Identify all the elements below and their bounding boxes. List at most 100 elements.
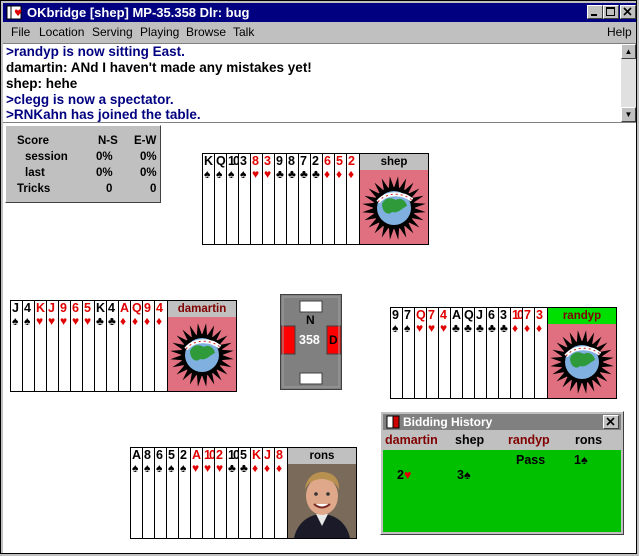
bidding-grid: Pass 1♠ 2♥ 3♠ bbox=[383, 450, 621, 532]
card-suit-icon: ♠ bbox=[168, 461, 175, 475]
close-button[interactable] bbox=[620, 5, 636, 19]
playing-card[interactable]: A ♣ bbox=[450, 307, 462, 399]
chat-line: >randyp is now sitting East. bbox=[6, 44, 185, 59]
playing-card[interactable]: J ♦ bbox=[262, 447, 274, 539]
playing-card[interactable]: 8 ♣ bbox=[286, 153, 298, 245]
card-suit-icon: ♥ bbox=[60, 314, 68, 328]
playing-card[interactable]: 10 ♣ bbox=[226, 447, 240, 539]
menu-location[interactable]: Location bbox=[39, 25, 84, 39]
playing-card[interactable]: 2 ♥ bbox=[214, 447, 226, 539]
playing-card[interactable]: 7 ♣ bbox=[298, 153, 310, 245]
player-name: randyp bbox=[548, 308, 616, 324]
card-suit-icon: ♥ bbox=[72, 314, 80, 328]
playing-card[interactable]: 5 ♣ bbox=[238, 447, 250, 539]
playing-card[interactable]: A ♠ bbox=[130, 447, 142, 539]
playing-card[interactable]: A ♦ bbox=[118, 300, 130, 392]
card-suit-icon: ♣ bbox=[500, 321, 508, 335]
score-ew-value: 0 bbox=[150, 183, 157, 195]
playing-card[interactable]: J ♣ bbox=[474, 307, 486, 399]
playing-card[interactable]: 5 ♥ bbox=[82, 300, 94, 392]
playing-card[interactable]: A ♥ bbox=[190, 447, 202, 539]
score-ew-value: 0% bbox=[140, 151, 157, 163]
playing-card[interactable]: Q ♥ bbox=[414, 307, 426, 399]
playing-card[interactable]: 9 ♣ bbox=[274, 153, 286, 245]
card-suit-icon: ♥ bbox=[264, 167, 272, 181]
playing-card[interactable]: 4 ♠ bbox=[22, 300, 34, 392]
playing-card[interactable]: Q ♦ bbox=[130, 300, 142, 392]
menu-help[interactable]: Help bbox=[607, 25, 632, 39]
card-suit-icon: ♦ bbox=[156, 314, 163, 328]
minimize-button[interactable] bbox=[587, 5, 603, 19]
bidding-history-window[interactable]: Bidding History damartin shep randyp ron… bbox=[380, 411, 624, 535]
card-suit-icon: ♣ bbox=[488, 321, 496, 335]
card-suit-icon: ♦ bbox=[512, 321, 519, 335]
playing-card[interactable]: Q ♣ bbox=[462, 307, 474, 399]
menu-serving[interactable]: Serving bbox=[92, 25, 133, 39]
playing-card[interactable]: 3 ♣ bbox=[498, 307, 510, 399]
bid-cell: 3♠ bbox=[457, 468, 471, 482]
card-suit-icon: ♥ bbox=[216, 461, 224, 475]
playing-card[interactable]: 9 ♦ bbox=[142, 300, 154, 392]
playing-card[interactable]: 4 ♥ bbox=[438, 307, 450, 399]
card-suit-icon: ♥ bbox=[440, 321, 448, 335]
card-suit-icon: ♥ bbox=[252, 167, 260, 181]
score-title: Score bbox=[17, 135, 49, 147]
playing-card[interactable]: 6 ♠ bbox=[154, 447, 166, 539]
bid-cell: Pass bbox=[516, 453, 546, 467]
playing-card[interactable]: K ♠ bbox=[202, 153, 214, 245]
playing-card[interactable]: 5 ♦ bbox=[334, 153, 346, 245]
playing-card[interactable]: Q ♠ bbox=[214, 153, 226, 245]
score-ew-value: 0% bbox=[140, 167, 157, 179]
card-suit-icon: ♣ bbox=[476, 321, 484, 335]
card-suit-icon: ♠ bbox=[216, 167, 223, 181]
playing-card[interactable]: 3 ♥ bbox=[262, 153, 274, 245]
card-suit-icon: ♠ bbox=[24, 314, 31, 328]
player-name: rons bbox=[288, 448, 356, 464]
bid-header-east: randyp bbox=[508, 433, 550, 447]
card-suit-icon: ♥ bbox=[416, 321, 424, 335]
menu-playing[interactable]: Playing bbox=[140, 25, 179, 39]
playing-card[interactable]: 6 ♣ bbox=[486, 307, 498, 399]
bidding-close-button[interactable] bbox=[603, 415, 619, 429]
playing-card[interactable]: 7 ♠ bbox=[402, 307, 414, 399]
scroll-down-button[interactable]: ▼ bbox=[621, 107, 636, 122]
chat-log[interactable]: >randyp is now sitting East. damartin: A… bbox=[3, 43, 636, 123]
menu-file[interactable]: File bbox=[11, 25, 30, 39]
playing-card[interactable]: 7 ♥ bbox=[426, 307, 438, 399]
dealer-marker: D bbox=[329, 333, 338, 347]
playing-card[interactable]: 2 ♣ bbox=[310, 153, 322, 245]
card-suit-icon: ♣ bbox=[464, 321, 472, 335]
card-suit-icon: ♠ bbox=[180, 461, 187, 475]
player-photo-avatar bbox=[288, 464, 356, 538]
playing-card[interactable]: 3 ♠ bbox=[238, 153, 250, 245]
score-ns-value: 0% bbox=[96, 151, 113, 163]
menu-browse[interactable]: Browse bbox=[186, 25, 226, 39]
west-player-card: damartin bbox=[167, 300, 237, 392]
card-suit-icon: ♣ bbox=[240, 461, 248, 475]
playing-card[interactable]: K ♥ bbox=[34, 300, 46, 392]
playing-card[interactable]: J ♥ bbox=[46, 300, 58, 392]
playing-card[interactable]: 9 ♠ bbox=[390, 307, 402, 399]
playing-card[interactable]: 6 ♥ bbox=[70, 300, 82, 392]
playing-card[interactable]: 4 ♣ bbox=[106, 300, 118, 392]
playing-card[interactable]: 9 ♥ bbox=[58, 300, 70, 392]
card-suit-icon: ♥ bbox=[204, 461, 212, 475]
chat-scrollbar[interactable]: ▲ ▼ bbox=[621, 44, 636, 122]
playing-card[interactable]: 6 ♦ bbox=[322, 153, 334, 245]
playing-card[interactable]: K ♣ bbox=[94, 300, 106, 392]
playing-card[interactable]: 5 ♠ bbox=[166, 447, 178, 539]
playing-card[interactable]: 8 ♠ bbox=[142, 447, 154, 539]
playing-card[interactable]: 10 ♠ bbox=[226, 153, 240, 245]
playing-card[interactable]: 10 ♦ bbox=[510, 307, 524, 399]
playing-card[interactable]: 7 ♦ bbox=[522, 307, 534, 399]
scroll-up-button[interactable]: ▲ bbox=[621, 44, 636, 59]
playing-card[interactable]: 2 ♠ bbox=[178, 447, 190, 539]
playing-card[interactable]: J ♠ bbox=[10, 300, 22, 392]
maximize-button[interactable] bbox=[603, 5, 619, 19]
bidding-title-bar[interactable]: Bidding History bbox=[383, 414, 621, 430]
playing-card[interactable]: 10 ♥ bbox=[202, 447, 216, 539]
menu-talk[interactable]: Talk bbox=[233, 25, 254, 39]
playing-card[interactable]: K ♦ bbox=[250, 447, 262, 539]
card-suit-icon: ♦ bbox=[524, 321, 531, 335]
playing-card[interactable]: 8 ♥ bbox=[250, 153, 262, 245]
